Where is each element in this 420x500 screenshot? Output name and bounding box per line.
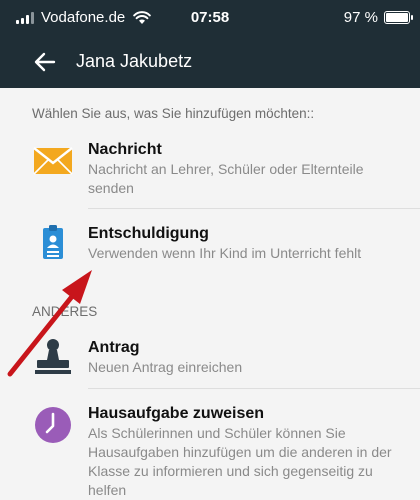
- item-title: Entschuldigung: [88, 225, 209, 242]
- status-bar: Vodafone.de 07:58 97 %: [0, 0, 420, 36]
- content-area: Wählen Sie aus, was Sie hinzufügen möcht…: [0, 88, 420, 498]
- item-title: Nachricht: [88, 141, 162, 158]
- id-badge-icon: [32, 222, 74, 264]
- battery-percent: 97 %: [343, 9, 378, 26]
- item-description: Verwenden wenn Ihr Kind im Unterricht fe…: [88, 245, 362, 261]
- app-bar: Jana Jakubetz: [0, 36, 420, 88]
- list-item-hausaufgabe[interactable]: Hausaufgabe zuweisen Als Schülerinnen un…: [0, 404, 420, 498]
- list-item-antrag[interactable]: Antrag Neuen Antrag einreichen: [0, 338, 420, 378]
- section-prompt: Wählen Sie aus, was Sie hinzufügen möcht…: [32, 106, 315, 121]
- battery-icon: [384, 11, 413, 24]
- stamp-icon: [32, 336, 74, 378]
- clock-icon: [32, 404, 74, 446]
- page-title: Jana Jakubetz: [76, 51, 193, 71]
- back-button[interactable]: [32, 49, 58, 75]
- list-item-nachricht[interactable]: Nachricht Nachricht an Lehrer, Schüler o…: [0, 140, 420, 198]
- item-description: Als Schülerinnen und Schüler können Sie …: [88, 425, 392, 498]
- battery-indicator: 97 %: [343, 9, 413, 26]
- arrow-left-icon: [34, 52, 56, 72]
- divider: [88, 208, 420, 209]
- item-title: Antrag: [88, 339, 140, 356]
- list-item-entschuldigung[interactable]: Entschuldigung Verwenden wenn Ihr Kind i…: [0, 224, 420, 264]
- item-title: Hausaufgabe zuweisen: [88, 405, 265, 422]
- section-header-other: ANDERES: [32, 304, 98, 319]
- item-description: Nachricht an Lehrer, Schüler oder Eltern…: [88, 161, 364, 196]
- envelope-icon: [32, 140, 74, 182]
- item-description: Neuen Antrag einreichen: [88, 359, 243, 375]
- divider: [88, 388, 420, 389]
